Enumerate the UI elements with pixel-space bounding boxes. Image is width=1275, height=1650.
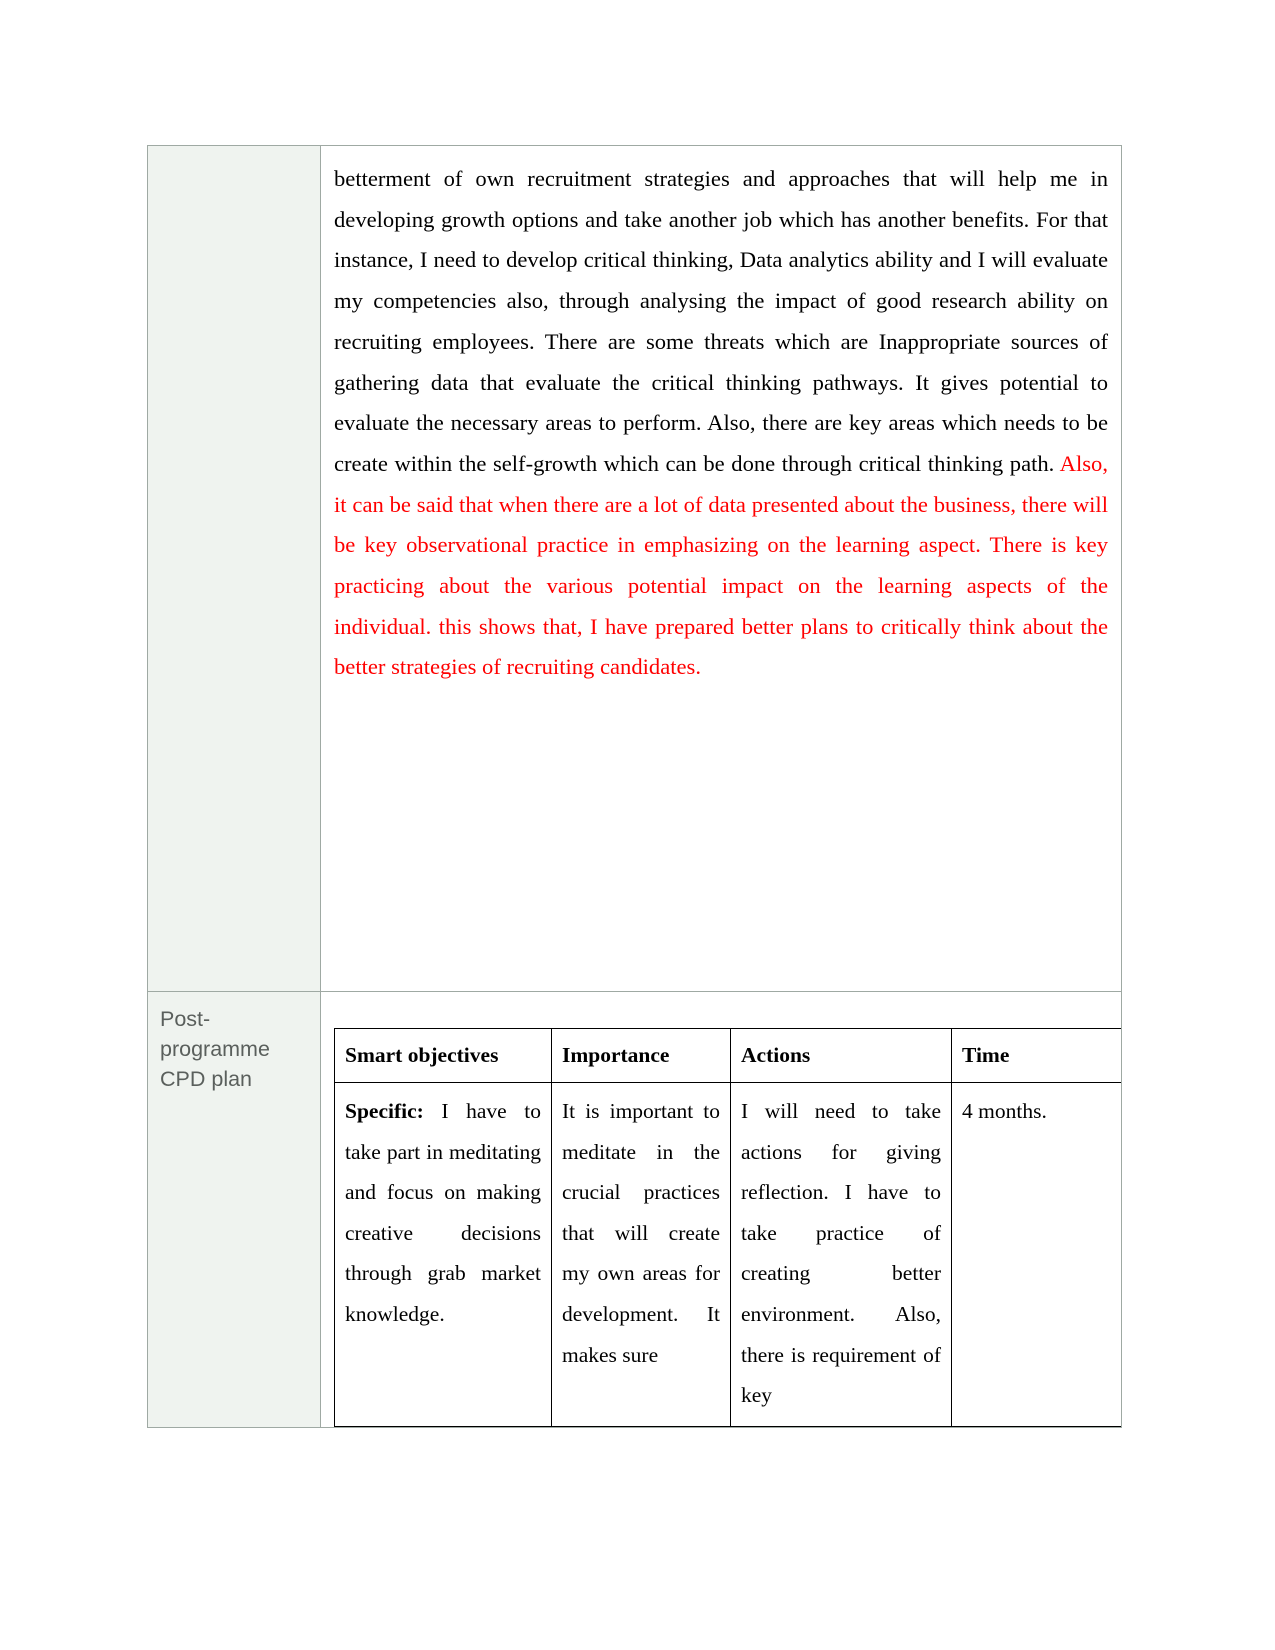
column-header-smart-objectives: Smart objectives bbox=[334, 1028, 552, 1083]
row-label-cell-post-programme: Post-programme CPD plan bbox=[147, 991, 321, 1428]
row-label-text: Post-programme CPD plan bbox=[160, 1007, 270, 1091]
paragraph-red-text: Also, it can be said that when there are… bbox=[334, 450, 1108, 680]
smart-objectives-table: Smart objectives Importance Actions Time… bbox=[334, 1028, 1121, 1427]
column-header-importance: Importance bbox=[551, 1028, 731, 1083]
row-body-cell-smart-plan: Smart objectives Importance Actions Time… bbox=[320, 991, 1122, 1428]
smart-table-container: Smart objectives Importance Actions Time… bbox=[322, 992, 1121, 1427]
row-label-cell-empty bbox=[147, 145, 321, 992]
reflection-paragraph: betterment of own recruitment strategies… bbox=[334, 159, 1108, 688]
paragraph-black-text: betterment of own recruitment strategies… bbox=[334, 166, 1108, 476]
objective-text: I have to take part in meditating and fo… bbox=[345, 1099, 541, 1326]
document-page: betterment of own recruitment strategies… bbox=[0, 0, 1275, 1650]
cell-smart-objective: Specific: I have to take part in meditat… bbox=[334, 1082, 552, 1427]
cell-time: 4 months. bbox=[951, 1082, 1121, 1427]
table-row: betterment of own recruitment strategies… bbox=[147, 145, 1122, 992]
reflection-paragraph-container: betterment of own recruitment strategies… bbox=[321, 146, 1121, 991]
cpd-outer-table: betterment of own recruitment strategies… bbox=[147, 145, 1122, 1428]
objective-lead-label: Specific: bbox=[345, 1099, 424, 1123]
column-header-time: Time bbox=[951, 1028, 1121, 1083]
cell-actions: I will need to take actions for giving r… bbox=[730, 1082, 952, 1427]
row-body-cell-reflection: betterment of own recruitment strategies… bbox=[320, 145, 1122, 992]
smart-table-header-row: Smart objectives Importance Actions Time bbox=[334, 1028, 1121, 1083]
table-row: Post-programme CPD plan Smart objectives… bbox=[147, 991, 1122, 1428]
cell-importance: It is important to meditate in the cruci… bbox=[551, 1082, 731, 1427]
smart-table-row: Specific: I have to take part in meditat… bbox=[334, 1082, 1121, 1427]
row-label-text bbox=[148, 146, 320, 168]
column-header-actions: Actions bbox=[730, 1028, 952, 1083]
